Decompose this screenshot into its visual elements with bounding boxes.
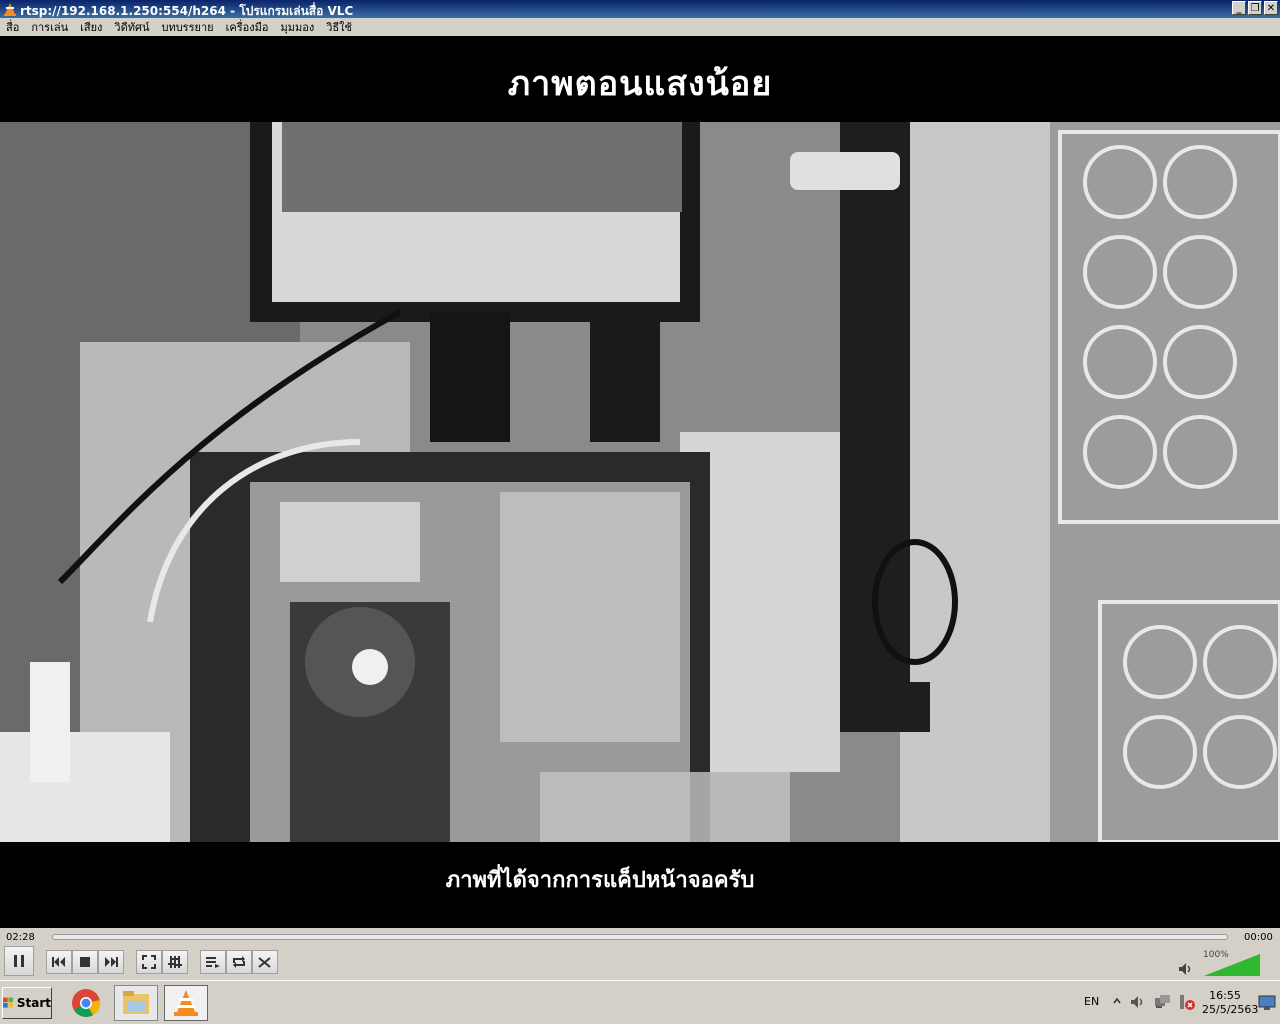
close-button[interactable]: ✕ <box>1264 1 1278 15</box>
extended-settings-button[interactable] <box>162 950 188 974</box>
menu-bar: สื่อ การเล่น เสียง วิดีทัศน์ บทบรรยาย เค… <box>0 18 1280 36</box>
chrome-icon <box>72 989 101 1017</box>
file-explorer-icon <box>123 991 149 1014</box>
network-icon[interactable] <box>1154 994 1172 1010</box>
volume-slider[interactable] <box>1204 954 1260 976</box>
fullscreen-icon <box>142 955 156 969</box>
previous-button[interactable] <box>46 950 72 974</box>
menu-view[interactable]: มุมมอง <box>274 18 320 36</box>
menu-help[interactable]: วิธีใช้ <box>320 18 358 36</box>
next-icon <box>105 957 118 967</box>
loop-button[interactable] <box>226 950 252 974</box>
video-caption-top: ภาพตอนแสงน้อย <box>507 64 773 104</box>
menu-audio[interactable]: เสียง <box>74 18 108 36</box>
seek-bar[interactable] <box>52 934 1228 940</box>
clock-date: 25/5/2563 <box>1202 1003 1259 1016</box>
vlc-cone-icon <box>4 3 16 16</box>
windows-logo-icon <box>3 997 14 1008</box>
fullscreen-button[interactable] <box>136 950 162 974</box>
time-total: 00:00 <box>1244 932 1273 943</box>
menu-video[interactable]: วิดีทัศน์ <box>108 18 155 36</box>
start-button[interactable]: Start <box>2 987 52 1019</box>
taskbar-chrome[interactable] <box>64 985 108 1021</box>
playback-controls: 02:28 00:00 100% <box>0 928 1280 980</box>
vlc-icon <box>174 990 198 1016</box>
equalizer-icon <box>168 956 182 968</box>
menu-playback[interactable]: การเล่น <box>25 18 74 36</box>
speaker-icon[interactable] <box>1178 962 1194 976</box>
loop-icon <box>233 956 245 968</box>
clock[interactable]: 16:55 25/5/2563 <box>1202 989 1259 1017</box>
start-label: Start <box>16 996 51 1010</box>
menu-tools[interactable]: เครื่องมือ <box>220 18 275 36</box>
shuffle-icon <box>258 957 271 968</box>
language-indicator[interactable]: EN <box>1084 995 1099 1008</box>
video-area[interactable]: ภาพตอนแสงน้อย ภาพที่ได้จากการแค็ปหน้าจอค… <box>0 36 1280 928</box>
video-caption-bottom: ภาพที่ได้จากการแค็ปหน้าจอครับ <box>445 868 755 893</box>
chevron-up-icon[interactable] <box>1112 996 1122 1006</box>
taskbar-explorer[interactable] <box>114 985 158 1021</box>
pause-icon <box>14 955 24 967</box>
title-bar: rtsp://192.168.1.250:554/h264 - โปรแกรมเ… <box>0 0 1280 18</box>
clock-time: 16:55 <box>1209 989 1241 1002</box>
playlist-button[interactable] <box>200 950 226 974</box>
minimize-button[interactable]: _ <box>1232 1 1246 15</box>
stop-button[interactable] <box>72 950 98 974</box>
video-frame <box>0 122 1280 842</box>
playlist-icon <box>206 957 220 968</box>
tray-volume-icon[interactable] <box>1130 995 1146 1009</box>
menu-media[interactable]: สื่อ <box>0 18 25 36</box>
show-desktop-icon[interactable] <box>1258 995 1276 1011</box>
action-center-icon[interactable] <box>1178 994 1196 1010</box>
restore-button[interactable]: ❐ <box>1248 1 1262 15</box>
previous-icon <box>52 957 65 967</box>
next-button[interactable] <box>98 950 124 974</box>
pause-button[interactable] <box>4 946 34 976</box>
menu-subtitle[interactable]: บทบรรยาย <box>155 18 219 36</box>
time-elapsed: 02:28 <box>6 932 35 943</box>
stop-icon <box>80 957 90 967</box>
taskbar: Start EN 16:55 25/5/2563 <box>0 980 1280 1024</box>
taskbar-vlc[interactable] <box>164 985 208 1021</box>
random-button[interactable] <box>252 950 278 974</box>
